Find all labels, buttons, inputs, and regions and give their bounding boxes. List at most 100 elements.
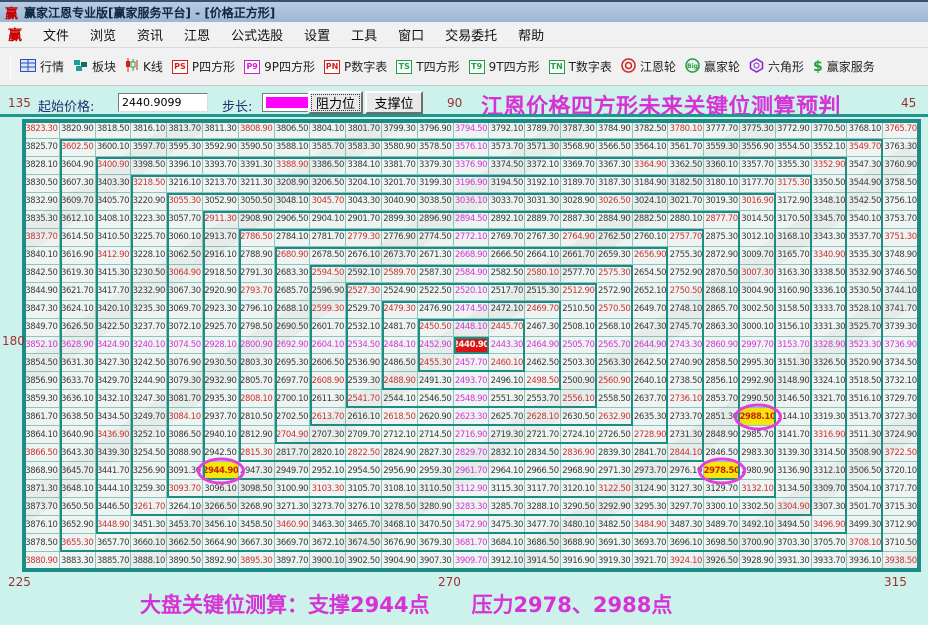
grid-cell: 2757.70 xyxy=(668,228,705,247)
grid-cell: 3556.90 xyxy=(739,138,776,157)
grid-cell: 2601.70 xyxy=(310,318,347,337)
grid-cell: 2476.90 xyxy=(417,300,454,319)
grid-cell: 3024.10 xyxy=(632,192,669,211)
toolbar-item-12[interactable]: $ 赢家服务 xyxy=(813,58,875,75)
gann-square: 3823.30 3820.90 3818.50 3816.10 3813.70 3811.… xyxy=(22,119,921,572)
menu-item-1[interactable]: 浏览 xyxy=(90,25,116,44)
grid-cell: 2868.10 xyxy=(704,282,740,301)
grid-cell: 2896.90 xyxy=(417,210,454,229)
grid-cell: 3753.70 xyxy=(883,210,919,229)
toolbar-item-6[interactable]: TS T四方形 xyxy=(396,58,460,75)
start-price-input[interactable] xyxy=(118,93,208,112)
toolbar-item-11[interactable]: 六角形 xyxy=(749,57,804,76)
grid-cell: 2750.50 xyxy=(668,282,705,301)
grid-cell: 3067.30 xyxy=(167,282,203,301)
grid-cell: 2904.10 xyxy=(310,210,347,229)
toolbar-item-2[interactable]: K线 xyxy=(125,58,163,75)
grid-cell: 3501.70 xyxy=(847,498,884,517)
grid-cell: 2611.30 xyxy=(310,390,347,409)
grid-cell: 3864.10 xyxy=(24,426,60,445)
toolbar-item-9[interactable]: 江恩轮 xyxy=(621,57,676,76)
grid-cell: 2580.10 xyxy=(525,264,561,283)
t-number-badge: TN xyxy=(548,59,565,74)
menu-item-9[interactable]: 帮助 xyxy=(518,25,544,44)
grid-cell: 3936.10 xyxy=(847,552,884,570)
grid-cell: 2690.50 xyxy=(274,318,311,337)
grid-cell: 2733.70 xyxy=(668,408,705,427)
grid-cell: 3703.30 xyxy=(775,534,812,553)
toolbar-separator xyxy=(10,54,11,79)
grid-cell: 3792.10 xyxy=(489,121,526,139)
grid-cell: 3796.90 xyxy=(417,121,454,139)
grid-cell: 2512.90 xyxy=(560,282,597,301)
grid-cell: 2608.90 xyxy=(310,372,347,391)
grid-cell: 3801.70 xyxy=(346,121,382,139)
menu-item-5[interactable]: 设置 xyxy=(304,25,330,44)
grid-cell: 2704.90 xyxy=(274,426,311,445)
grid-cell: 3398.50 xyxy=(131,156,168,175)
grid-cell: 3657.70 xyxy=(95,534,132,553)
grid-cell: 3021.70 xyxy=(668,192,705,211)
grid-cell: 3276.10 xyxy=(346,498,382,517)
grid-cell: 3885.70 xyxy=(95,552,132,570)
menu-item-2[interactable]: 资讯 xyxy=(137,25,163,44)
grid-cell: 3688.90 xyxy=(560,534,597,553)
grid-cell: 3604.90 xyxy=(59,156,96,175)
grid-cell: 2676.10 xyxy=(346,246,382,265)
support-button[interactable]: 支撑位 xyxy=(365,91,423,114)
grid-cell: 3288.10 xyxy=(525,498,561,517)
grid-cell: 3117.70 xyxy=(525,480,561,499)
grid-cell: 2630.50 xyxy=(560,408,597,427)
menu-item-6[interactable]: 工具 xyxy=(351,25,377,44)
grid-cell: 2462.50 xyxy=(525,354,561,373)
grid-cell: 3350.50 xyxy=(811,174,848,193)
grid-cell: 3273.70 xyxy=(310,498,347,517)
grid-cell: 3427.30 xyxy=(95,354,132,373)
grid-cell: 2680.90 xyxy=(274,246,311,265)
grid-cell: 2952.10 xyxy=(310,462,347,481)
grid-cell: 3235.30 xyxy=(131,300,168,319)
grid-cell: 3931.30 xyxy=(775,552,812,570)
grid-cell: 3609.70 xyxy=(59,192,96,211)
toolbar-item-5[interactable]: PN P数字表 xyxy=(324,58,387,75)
grid-cell: 3470.50 xyxy=(417,516,454,535)
grid-cell: 3189.70 xyxy=(560,174,597,193)
grid-cell: 3439.30 xyxy=(95,444,132,463)
toolbar-item-3[interactable]: PS P四方形 xyxy=(171,58,235,75)
grid-cell: 3895.30 xyxy=(238,552,275,570)
grid-cell: 2544.10 xyxy=(381,390,418,409)
grid-cell: 2764.90 xyxy=(560,228,597,247)
grid-cell: 3180.10 xyxy=(704,174,740,193)
grid-cell: 3096.10 xyxy=(202,480,239,499)
grid-cell: 3511.30 xyxy=(847,426,884,445)
grid-cell: 2599.30 xyxy=(310,300,347,319)
grid-cell: 3000.10 xyxy=(739,318,776,337)
grid-cell: 3873.70 xyxy=(24,498,60,517)
toolbar-item-4[interactable]: P9 9P四方形 xyxy=(244,58,315,75)
grid-cell: 3208.90 xyxy=(274,174,311,193)
grid-cell: 2661.70 xyxy=(560,246,597,265)
toolbar-item-7[interactable]: T9 9T四方形 xyxy=(468,58,540,75)
menu-item-0[interactable]: 文件 xyxy=(43,25,69,44)
menu-item-7[interactable]: 窗口 xyxy=(398,25,424,44)
grid-cell: 3120.10 xyxy=(560,480,597,499)
menu-item-3[interactable]: 江恩 xyxy=(184,25,210,44)
menu-item-4[interactable]: 公式选股 xyxy=(231,25,283,44)
menu-item-8[interactable]: 交易委托 xyxy=(445,25,497,44)
toolbar-item-10[interactable]: Big 赢家轮 xyxy=(685,57,740,76)
grid-cell: 3547.30 xyxy=(847,156,884,175)
grid-cell: 3211.30 xyxy=(238,174,275,193)
resistance-button[interactable]: 阻力位 xyxy=(308,91,363,114)
grid-cell: 3064.90 xyxy=(167,264,203,283)
grid-cell: 3592.90 xyxy=(202,138,239,157)
grid-cell: 2469.70 xyxy=(525,300,561,319)
toolbar-item-8[interactable]: TN T数字表 xyxy=(548,58,612,75)
grid-cell: 3921.70 xyxy=(632,552,669,570)
grid-cell: 3544.90 xyxy=(847,174,884,193)
grid-cell: 3712.90 xyxy=(883,516,919,535)
grid-cell: 3736.90 xyxy=(883,336,919,355)
grid-cell: 2906.50 xyxy=(274,210,311,229)
toolbar-item-1[interactable]: 板块 xyxy=(73,58,116,75)
toolbar-item-0[interactable]: 行情 xyxy=(20,58,64,75)
grid-cell: 3643.30 xyxy=(59,444,96,463)
